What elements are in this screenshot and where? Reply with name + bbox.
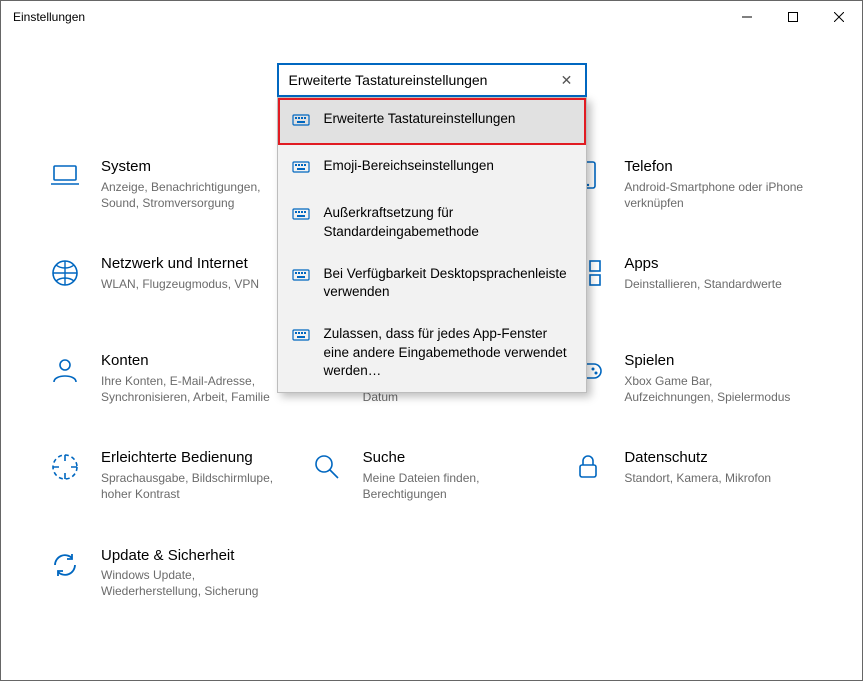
close-button[interactable] (816, 1, 862, 33)
minimize-button[interactable] (724, 1, 770, 33)
search-result-item[interactable]: Emoji-Bereichseinstellungen (278, 145, 586, 192)
clear-search-icon[interactable]: ✕ (555, 72, 579, 89)
category-description: WLAN, Flugzeugmodus, VPN (101, 276, 259, 292)
accounts-icon (47, 352, 83, 388)
category-title: Telefon (624, 158, 804, 177)
category-access[interactable]: Erleichterte Bedienung Sprachausgabe, Bil… (47, 449, 299, 502)
category-search[interactable]: Suche Meine Dateien finden, Berechtigunge… (309, 449, 561, 502)
search-result-label: Außerkraftsetzung für Standardeingabemet… (324, 204, 572, 240)
category-title: Apps (624, 255, 781, 274)
search-container: ✕ Erweiterte TastatureinstellungenEmoji-… (277, 63, 587, 97)
search-result-label: Bei Verfügbarkeit Desktopsprachenleiste … (324, 265, 572, 301)
keyboard-icon (292, 206, 310, 227)
search-result-label: Erweiterte Tastatureinstellungen (324, 110, 572, 128)
search-input[interactable] (289, 72, 555, 88)
category-description: Deinstallieren, Standardwerte (624, 276, 781, 292)
window-title: Einstellungen (13, 10, 85, 24)
search-result-label: Zulassen, dass für jedes App-Fenster ein… (324, 325, 572, 380)
maximize-button[interactable] (770, 1, 816, 33)
category-title: Konten (101, 352, 281, 371)
keyboard-icon (292, 159, 310, 180)
category-title: Spielen (624, 352, 804, 371)
laptop-icon (47, 158, 83, 194)
category-description: Standort, Kamera, Mikrofon (624, 470, 771, 486)
category-title: System (101, 158, 281, 177)
window-controls (724, 1, 862, 33)
category-title: Update & Sicherheit (101, 547, 281, 566)
category-title: Datenschutz (624, 449, 771, 468)
category-title: Suche (363, 449, 543, 468)
category-update[interactable]: Update & SicherheitWindows Update, Wiede… (47, 547, 299, 600)
search-result-label: Emoji-Bereichseinstellungen (324, 157, 572, 175)
keyboard-icon (292, 112, 310, 133)
titlebar: Einstellungen (1, 1, 862, 33)
keyboard-icon (292, 267, 310, 288)
category-accounts[interactable]: Konten Ihre Konten, E-Mail-Adresse, Synch… (47, 352, 299, 405)
search-result-item[interactable]: Zulassen, dass für jedes App-Fenster ein… (278, 313, 586, 392)
category-description: Android-Smartphone oder iPhone verknüpfe… (624, 179, 804, 211)
search-results-dropdown: Erweiterte Tastatureinstellungen Emoji-Be… (277, 97, 587, 393)
search-icon (309, 449, 345, 485)
keyboard-icon (292, 327, 310, 348)
category-title: Netzwerk und Internet (101, 255, 259, 274)
category-description: Meine Dateien finden, Berechtigungen (363, 470, 543, 502)
privacy-icon (570, 449, 606, 485)
category-globe[interactable]: Netzwerk und Internet WLAN, Flugzeugmodus… (47, 255, 299, 308)
search-box[interactable]: ✕ (277, 63, 587, 97)
category-privacy[interactable]: Datenschutz Standort, Kamera, Mikrofon (570, 449, 822, 502)
category-gaming[interactable]: Spielen Xbox Game Bar, Aufzeichnungen, Sp… (570, 352, 822, 405)
access-icon (47, 449, 83, 485)
globe-icon (47, 255, 83, 291)
category-apps[interactable]: Apps Deinstallieren, Standardwerte (570, 255, 822, 308)
update-icon (47, 547, 83, 583)
search-result-item[interactable]: Bei Verfügbarkeit Desktopsprachenleiste … (278, 253, 586, 313)
category-phone[interactable]: Telefon Android-Smartphone oder iPhone ve… (570, 158, 822, 211)
category-description: Ihre Konten, E-Mail-Adresse, Synchronisi… (101, 373, 281, 405)
category-description: Xbox Game Bar, Aufzeichnungen, Spielermo… (624, 373, 804, 405)
category-description: Sprachausgabe, Bildschirmlupe, hoher Kon… (101, 470, 281, 502)
category-laptop[interactable]: System Anzeige, Benachrichtigungen, Sound… (47, 158, 299, 211)
category-description: Anzeige, Benachrichtigungen, Sound, Stro… (101, 179, 281, 211)
category-description: Windows Update, Wiederherstellung, Siche… (101, 567, 281, 599)
search-result-item[interactable]: Erweiterte Tastatureinstellungen (278, 98, 586, 145)
category-title: Erleichterte Bedienung (101, 449, 281, 468)
search-result-item[interactable]: Außerkraftsetzung für Standardeingabemet… (278, 192, 586, 252)
